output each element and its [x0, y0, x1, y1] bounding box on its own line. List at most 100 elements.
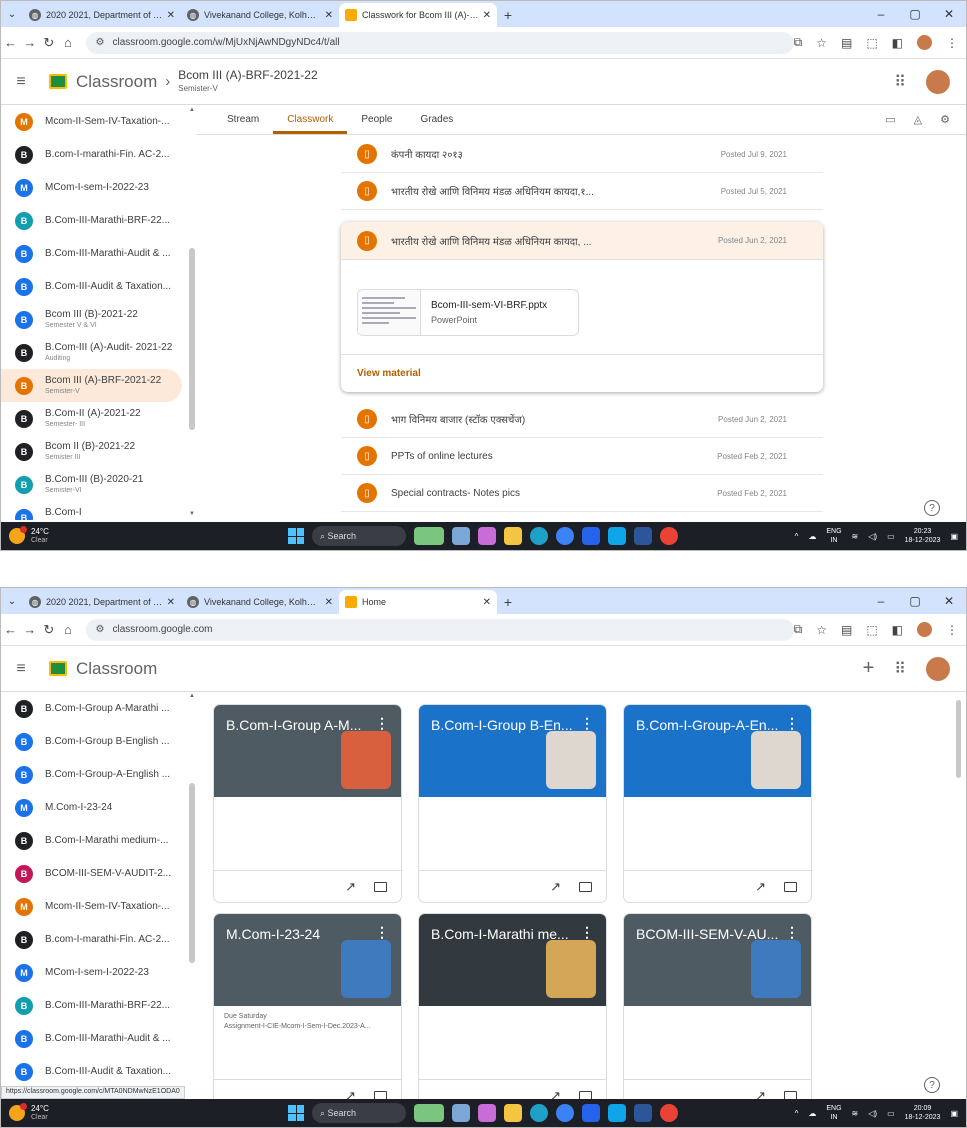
class-card[interactable]: B.Com-I-Group B-En... ⋮ ↗ — [418, 704, 607, 903]
view-material-link[interactable]: View material — [341, 354, 823, 392]
sidebar-class-item[interactable]: M Mcom-II-Sem-IV-Taxation-... — [1, 890, 182, 923]
scroll-up-icon[interactable]: ▲ — [189, 693, 963, 699]
tab-stream[interactable]: Stream — [213, 114, 273, 134]
cloud-icon[interactable]: ☁ — [808, 532, 816, 541]
extensions-icon[interactable]: ⬚ — [866, 36, 877, 50]
volume-icon[interactable]: ◁) — [868, 1109, 877, 1118]
browser-tab-active[interactable]: Classwork for Bcom III (A)-BRF- ✕ — [339, 3, 497, 27]
forward-icon[interactable]: → — [20, 35, 39, 50]
cloud-icon[interactable]: ☁ — [808, 1109, 816, 1118]
gradebook-trend-icon[interactable]: ↗ — [550, 879, 561, 895]
material-row[interactable]: ▯ भाग विनिमय बाजार (स्टॉक एक्सचेंज) Posted… — [341, 401, 823, 438]
widgets-icon[interactable] — [414, 527, 444, 545]
weather-widget[interactable]: 24°C Clear — [1, 526, 121, 545]
sidebar-class-item[interactable]: B B.Com-ISemester-I — [1, 501, 182, 520]
sidebar-class-item[interactable]: B B.Com-III-Marathi-Audit & ... — [1, 237, 182, 270]
copilot-icon[interactable] — [478, 527, 496, 545]
material-row[interactable]: ▯ PPTs of online lectures Posted Feb 2, 20… — [341, 438, 823, 475]
tab-search-chevron-icon[interactable]: ⌄ — [1, 1, 23, 27]
sidebar-class-item[interactable]: M MCom-I-sem-I-2022-23 — [1, 171, 182, 204]
page-scrollbar[interactable] — [956, 700, 961, 778]
material-row-expanded[interactable]: ▯ भारतीय रोखे आणि विनिमय मंडळ अधिनियम काय… — [341, 222, 823, 260]
reading-list-icon[interactable]: ▤ — [841, 623, 852, 637]
mail-icon[interactable] — [608, 1104, 626, 1122]
gradebook-trend-icon[interactable]: ↗ — [345, 879, 356, 895]
install-icon[interactable]: ⧉ — [794, 35, 803, 50]
class-card-header[interactable]: BCOM-III-SEM-V-AU... ⋮ — [624, 914, 811, 1006]
windows-start-icon[interactable] — [288, 528, 304, 544]
task-view-icon[interactable] — [452, 527, 470, 545]
restore-icon[interactable]: ▢ — [898, 594, 932, 608]
sidebar-class-item[interactable]: B B.Com-III-Marathi-BRF-22... — [1, 204, 182, 237]
sidepanel-icon[interactable]: ◧ — [892, 36, 903, 50]
home-icon[interactable]: ⌂ — [58, 622, 77, 637]
forward-icon[interactable]: → — [20, 622, 39, 637]
more-options-icon[interactable]: ⋮ — [375, 715, 389, 732]
edge-icon[interactable] — [530, 527, 548, 545]
close-window-icon[interactable]: ✕ — [932, 594, 966, 608]
sidebar-class-item[interactable]: B B.Com-I-Group B-English ... — [1, 725, 182, 758]
home-icon[interactable]: ⌂ — [58, 35, 77, 50]
reading-list-icon[interactable]: ▤ — [841, 36, 852, 50]
close-tab-icon[interactable]: ✕ — [325, 10, 333, 21]
app-title[interactable]: Classroom — [76, 72, 157, 92]
new-tab-button[interactable]: + — [497, 3, 519, 27]
settings-icon[interactable]: ⚙ — [940, 113, 950, 126]
class-card[interactable]: B.Com-I-Group-A-En... ⋮ ↗ — [623, 704, 812, 903]
class-card-header[interactable]: B.Com-I-Marathi me... ⋮ — [419, 914, 606, 1006]
menu-icon[interactable]: ⋮ — [946, 623, 958, 637]
close-tab-icon[interactable]: ✕ — [167, 597, 175, 608]
widgets-icon[interactable] — [414, 1104, 444, 1122]
material-row[interactable]: ▯ Special contracts- Notes pics Posted Feb… — [341, 475, 823, 512]
volume-icon[interactable]: ◁) — [868, 532, 877, 541]
url-input[interactable]: ⚙ classroom.google.com/w/MjUxNjAwNDgyNDc4… — [85, 31, 794, 54]
clock[interactable]: 20:09 18-12-2023 — [905, 1104, 941, 1122]
sidebar-class-item[interactable]: B B.Com-II (A)-2021-22 Semester- III — [1, 402, 182, 435]
drive-icon[interactable]: ◬ — [914, 113, 922, 126]
chevron-up-icon[interactable]: ^ — [795, 532, 799, 541]
profile-avatar[interactable] — [917, 35, 932, 50]
sidebar-class-item[interactable]: B B.Com-I-Group-A-English ... — [1, 758, 182, 791]
material-row[interactable]: ▯ भारतीय रोखे आणि विनिमय मंडळ अधिनियम काय… — [341, 173, 823, 210]
class-card[interactable]: M.Com-I-23-24 ⋮ Due Saturday Assignment-I-C… — [213, 913, 402, 1112]
sidebar-class-item[interactable]: B B.com-I-marathi-Fin. AC-2... — [1, 138, 182, 171]
notification-icon[interactable]: ▣ — [950, 1109, 958, 1118]
clock[interactable]: 20:23 18-12-2023 — [905, 527, 941, 545]
new-tab-button[interactable]: + — [497, 590, 519, 614]
tab-classwork[interactable]: Classwork — [273, 114, 348, 134]
word-icon[interactable] — [634, 527, 652, 545]
sidebar-class-item[interactable]: B B.Com-III-Audit & Taxation... — [1, 1055, 182, 1088]
wifi-icon[interactable]: ≋ — [852, 1109, 859, 1118]
copilot-icon[interactable] — [478, 1104, 496, 1122]
browser-tab[interactable]: ◍ Vivekanand College, Kolhapur ✕ — [181, 3, 339, 27]
sidebar-class-item[interactable]: B Bcom III (B)-2021-22Semester V & VI — [1, 303, 182, 336]
class-card[interactable]: BCOM-III-SEM-V-AU... ⋮ ↗ — [623, 913, 812, 1112]
tab-grades[interactable]: Grades — [407, 114, 468, 134]
class-card-header[interactable]: B.Com-I-Group B-En... ⋮ — [419, 705, 606, 797]
close-tab-icon[interactable]: ✕ — [325, 597, 333, 608]
chrome-icon[interactable] — [660, 527, 678, 545]
tab-people[interactable]: People — [347, 114, 406, 134]
browser-tab[interactable]: ◍ Vivekanand College, Kolhapur ✕ — [181, 590, 339, 614]
material-row[interactable]: ▯ कंपनी कायदा २०१३ Posted Jul 9, 2021 — [341, 136, 823, 173]
sidebar-class-item[interactable]: B B.Com-III-Marathi-BRF-22... — [1, 989, 182, 1022]
file-explorer-icon[interactable] — [504, 1104, 522, 1122]
more-options-icon[interactable]: ⋮ — [375, 924, 389, 941]
close-tab-icon[interactable]: ✕ — [167, 10, 175, 21]
attachment-card[interactable]: Bcom-III-sem-VI-BRF.pptx PowerPoint — [357, 289, 579, 336]
class-card[interactable]: B.Com-I-Marathi me... ⋮ ↗ — [418, 913, 607, 1112]
sidebar-class-item[interactable]: B B.com-I-marathi-Fin. AC-2... — [1, 923, 182, 956]
more-options-icon[interactable]: ⋮ — [785, 715, 799, 732]
apps-grid-icon[interactable]: ⠿ — [894, 659, 906, 679]
sidebar-class-item[interactable]: B Bcom III (A)-BRF-2021-22 Semister-V — [1, 369, 182, 402]
site-info-icon[interactable]: ⚙ — [96, 37, 105, 48]
folder-icon[interactable] — [374, 881, 387, 892]
sidebar-class-item[interactable]: B B.Com-III (A)-Audit- 2021-22 Auditing — [1, 336, 182, 369]
class-card-header[interactable]: B.Com-I-Group-A-En... ⋮ — [624, 705, 811, 797]
app-icon[interactable] — [556, 1104, 574, 1122]
chevron-up-icon[interactable]: ^ — [795, 1109, 799, 1118]
extensions-icon[interactable]: ⬚ — [866, 623, 877, 637]
word-icon[interactable] — [634, 1104, 652, 1122]
restore-icon[interactable]: ▢ — [898, 7, 932, 21]
sidebar-class-item[interactable]: M Mcom-II-Sem-IV-Taxation-... — [1, 105, 182, 138]
